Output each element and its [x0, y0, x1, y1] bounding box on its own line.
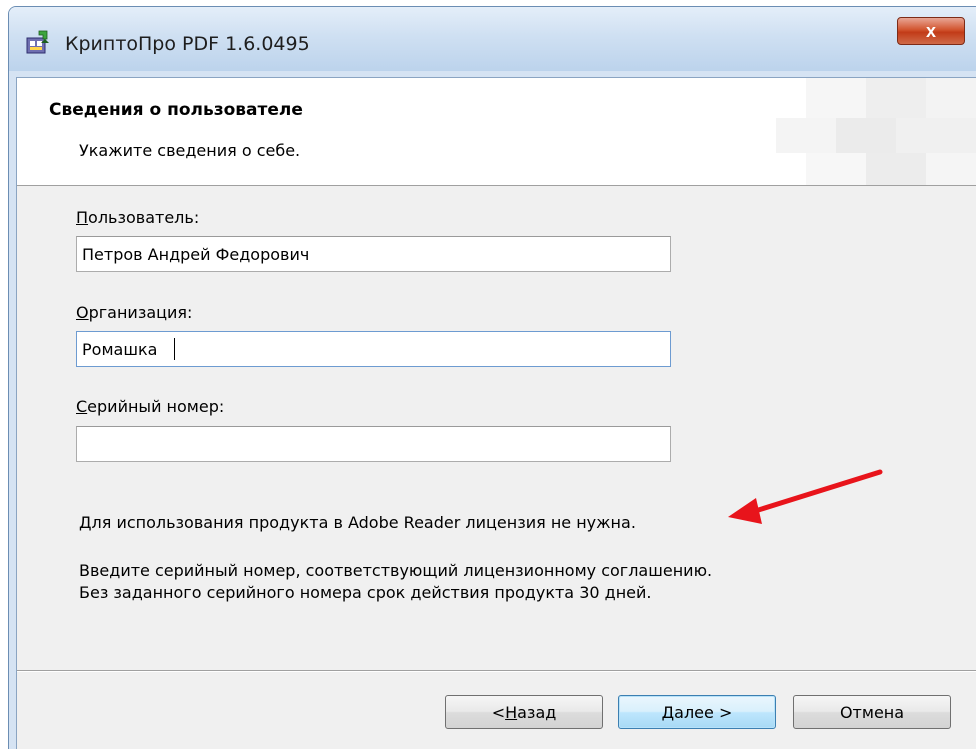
next-button-text: алее >	[674, 702, 733, 722]
next-button[interactable]: Далее >	[618, 695, 776, 729]
serial-info-line1: Введите серийный номер, соответствующий …	[79, 561, 713, 580]
installer-package-icon	[26, 30, 49, 54]
organization-label-text: рганизация:	[88, 303, 193, 322]
user-label: Пользователь:	[76, 208, 199, 227]
organization-label: Организация:	[76, 303, 192, 322]
header-banner-decoration	[716, 78, 976, 185]
close-icon: x	[925, 20, 936, 41]
user-label-text: ользователь:	[88, 208, 200, 227]
page-title: Сведения о пользователе	[49, 100, 303, 120]
serial-info-line2: Без заданного серийного номера срок дейс…	[79, 583, 652, 602]
next-button-accel: Д	[661, 702, 675, 722]
organization-input[interactable]	[76, 331, 671, 367]
window-title: КриптоПро PDF 1.6.0495	[65, 33, 310, 55]
dialog-body: Сведения о пользователе Укажите сведения…	[16, 77, 976, 749]
close-button[interactable]: x	[897, 17, 965, 45]
red-arrow-icon	[728, 469, 883, 524]
organization-label-accel: О	[76, 303, 89, 322]
license-note: Для использования продукта в Adobe Reade…	[79, 513, 636, 532]
cancel-button[interactable]: Отмена	[793, 695, 951, 729]
text-caret	[174, 338, 175, 360]
installer-window: КриптоПро PDF 1.6.0495 x Сведения о поль…	[8, 6, 976, 749]
back-button-prefix: <	[491, 702, 506, 722]
serial-label: Серийный номер:	[76, 397, 224, 416]
back-button[interactable]: < Назад	[445, 695, 603, 729]
serial-label-accel: С	[76, 397, 88, 416]
title-bar[interactable]: КриптоПро PDF 1.6.0495 x	[9, 7, 976, 71]
cancel-button-text: Отмена	[839, 702, 905, 722]
serial-input[interactable]	[76, 426, 671, 462]
back-button-text: азад	[517, 702, 557, 722]
serial-label-text: ерийный номер:	[87, 397, 225, 416]
back-button-accel: Н	[505, 702, 518, 722]
wizard-header: Сведения о пользователе Укажите сведения…	[17, 78, 976, 186]
user-input[interactable]	[76, 236, 671, 272]
user-label-accel: П	[76, 208, 89, 227]
footer-divider	[17, 670, 976, 672]
page-subtitle: Укажите сведения о себе.	[79, 141, 301, 160]
